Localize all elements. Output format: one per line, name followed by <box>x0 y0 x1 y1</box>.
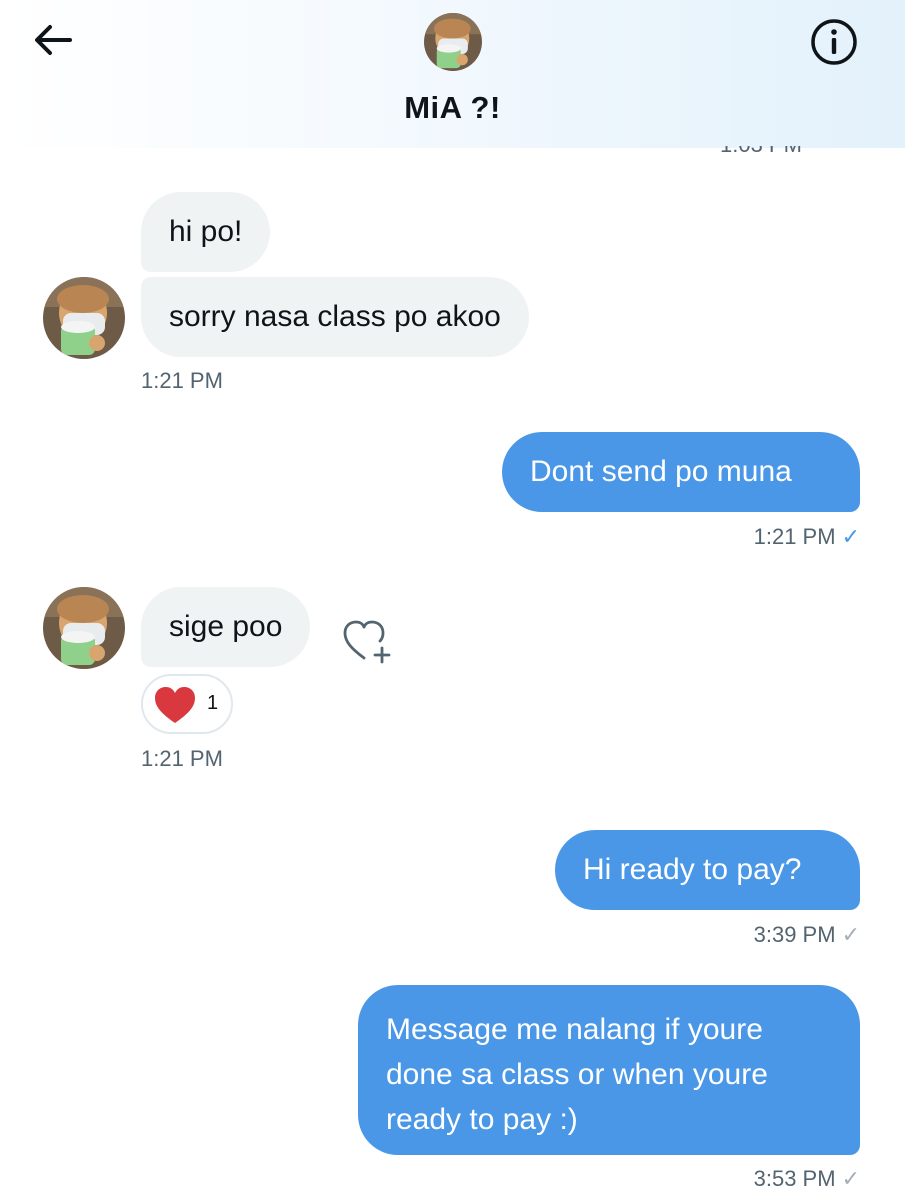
message-bubble-outgoing[interactable]: Message me nalang if youre done sa class… <box>358 985 860 1155</box>
message-line: ready to pay :) <box>386 1103 578 1136</box>
info-button[interactable] <box>808 16 860 68</box>
message-line: done sa class or when youre <box>386 1058 768 1091</box>
sent-check-icon: ✓ <box>841 922 860 947</box>
timestamp-text: 3:39 PM <box>753 922 836 947</box>
timestamp-text: 3:53 PM <box>753 1166 836 1191</box>
message-timestamp: 3:39 PM ✓ <box>700 922 860 948</box>
sent-check-icon: ✓ <box>841 1166 860 1191</box>
message-line: Message me nalang if youre <box>386 1013 763 1046</box>
heart-plus-icon <box>343 620 391 664</box>
reaction-pill[interactable]: 1 <box>141 674 233 734</box>
message-bubble-incoming[interactable]: sige poo <box>141 587 311 667</box>
contact-avatar[interactable] <box>43 587 125 669</box>
arrow-left-icon <box>35 25 72 55</box>
timestamp-text: 1:21 PM <box>753 524 836 549</box>
message-timestamp: 3:53 PM ✓ <box>700 1166 860 1192</box>
add-reaction-button[interactable] <box>342 618 398 666</box>
contact-avatar[interactable] <box>43 277 125 359</box>
info-circle-icon <box>811 19 857 65</box>
conversation-title[interactable]: MiA ?! <box>0 90 905 126</box>
message-bubble-incoming[interactable]: sorry nasa class po akoo <box>141 277 529 357</box>
contact-avatar[interactable] <box>424 13 482 71</box>
message-bubble-outgoing[interactable]: Hi ready to pay? <box>555 830 860 910</box>
cutoff-timestamp: 1:03 PM <box>720 146 840 154</box>
dm-conversation: MiA ?! 1:03 PM hi po! sorry nasa class p… <box>0 0 905 1200</box>
back-button[interactable] <box>30 20 78 60</box>
reaction-count: 1 <box>207 692 219 714</box>
message-timestamp: 1:21 PM ✓ <box>700 524 860 550</box>
message-bubble-incoming[interactable]: hi po! <box>141 192 271 272</box>
heart-icon <box>155 687 195 723</box>
conversation-header: MiA ?! <box>0 0 905 148</box>
message-timestamp: 1:21 PM <box>141 368 223 393</box>
read-check-icon: ✓ <box>841 524 860 549</box>
message-bubble-outgoing[interactable]: Dont send po muna <box>502 432 860 512</box>
message-timestamp: 1:21 PM <box>141 746 223 771</box>
